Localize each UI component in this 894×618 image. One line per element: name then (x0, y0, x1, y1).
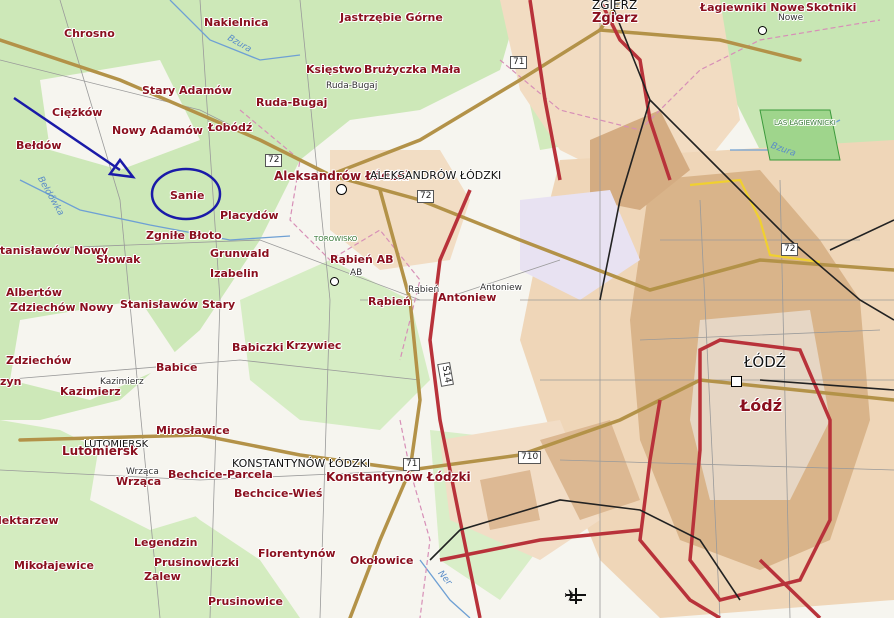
place-label-ab-small: AB (350, 268, 363, 278)
place-label-zdziechow-nowy[interactable]: Zdziechów Nowy (10, 302, 113, 313)
place-label-ruda-bugaj-small: Ruda-Bugaj (326, 81, 378, 91)
place-label-krzywiec[interactable]: Krzywiec (286, 340, 341, 351)
place-label-skotniki[interactable]: Skotniki (806, 2, 856, 13)
road-shield-72-c: 72 (781, 243, 799, 256)
nowe-marker-icon[interactable] (758, 26, 767, 35)
lodz-marker-icon[interactable] (731, 376, 742, 387)
place-label-ksiestwo[interactable]: Księstwo (306, 64, 362, 75)
map-view[interactable]: ✈ 71 72 72 72 S14 710 71 Bzura Bzura Beł… (0, 0, 894, 618)
place-label-antoniew[interactable]: Antoniew (438, 292, 496, 303)
place-label-ruda-bugaj[interactable]: Ruda-Bugaj (256, 97, 327, 108)
place-label-lobodz[interactable]: Łobódź (208, 122, 252, 133)
place-label-zgierz-head[interactable]: ZGIERZ (592, 0, 637, 11)
place-label-placydow[interactable]: Placydów (220, 210, 279, 221)
place-label-wrzaca[interactable]: Wrząca (116, 476, 161, 487)
place-label-okolowice[interactable]: Okołowice (350, 555, 413, 566)
road-shield-710: 710 (518, 451, 542, 464)
airport-icon[interactable]: ✈ (564, 586, 577, 605)
place-label-rabien[interactable]: Rąbień (368, 296, 411, 307)
place-label-chrosno[interactable]: Chrosno (64, 28, 115, 39)
place-label-grunwald[interactable]: Grunwald (210, 248, 269, 259)
place-label-slowak[interactable]: Słowak (96, 254, 140, 265)
place-label-torowisko: TOROWISKO (314, 235, 358, 243)
place-label-izabelin[interactable]: Izabelin (210, 268, 259, 279)
place-label-bechcice-wies[interactable]: Bechcice-Wieś (234, 488, 322, 499)
place-label-rabien-ab[interactable]: Rąbień AB (330, 254, 394, 265)
place-label-prusinowice[interactable]: Prusinowice (208, 596, 283, 607)
place-label-zalew[interactable]: Zalew (144, 571, 181, 582)
place-label-konstantynow[interactable]: Konstantynów Łódzki (326, 471, 471, 483)
place-label-mikolajewice[interactable]: Mikołajewice (14, 560, 94, 571)
place-label-nakielnica[interactable]: Nakielnica (204, 17, 269, 28)
place-label-lutomiersk[interactable]: Lutomiersk (62, 445, 138, 457)
place-label-nowy-adamow[interactable]: Nowy Adamów (112, 125, 203, 136)
place-label-stanislawow-nowy[interactable]: Stanisławów Nowy (0, 245, 108, 256)
place-label-zgnile-bloto[interactable]: Zgniłe Błoto (146, 230, 222, 241)
place-label-lagiewniki-park: LAS ŁAGIEWNICKI (774, 119, 836, 127)
place-label-nowe: Nowe (778, 13, 804, 23)
place-label-zgierz[interactable]: Zgierz (592, 12, 638, 25)
place-label-lektarzew[interactable]: lektarzew (0, 515, 59, 526)
place-label-aleksandrow-head[interactable]: ALEKSANDRÓW ŁÓDZKI (370, 170, 501, 181)
road-shield-71-top: 71 (510, 56, 528, 69)
place-label-babiczki[interactable]: Babiczki (232, 342, 283, 353)
place-label-stanislawow-stary[interactable]: Stanisławów Stary (120, 299, 235, 310)
road-shield-72-a: 72 (265, 154, 283, 167)
place-label-miroslawice[interactable]: Mirosławice (156, 425, 230, 436)
place-label-zyn[interactable]: zyn (0, 376, 21, 387)
rabien-marker-icon[interactable] (330, 277, 339, 286)
place-label-lagiewniki[interactable]: Łagiewniki Nowe (700, 2, 805, 13)
place-label-albertow[interactable]: Albertów (6, 287, 62, 298)
place-label-kazimierz[interactable]: Kazimierz (60, 386, 121, 397)
aleksandrow-marker-icon[interactable] (336, 184, 347, 195)
place-label-lodz[interactable]: Łódź (740, 398, 782, 414)
place-label-ciezkow[interactable]: Ciężków (52, 107, 102, 118)
place-label-stary-adamow[interactable]: Stary Adamów (142, 85, 232, 96)
road-shield-72-b: 72 (417, 190, 435, 203)
place-label-sanie[interactable]: Sanie (170, 190, 204, 201)
place-label-prusinowiczki[interactable]: Prusinowiczki (154, 557, 239, 568)
place-label-beldow[interactable]: Bełdów (16, 140, 62, 151)
place-label-babice[interactable]: Babice (156, 362, 197, 373)
annotation-arrowhead (107, 157, 136, 179)
place-label-florentynow[interactable]: Florentynów (258, 548, 336, 559)
place-label-zdziechow[interactable]: Zdziechów (6, 355, 72, 366)
place-label-bruzyczka[interactable]: Brużyczka Mała (364, 64, 461, 75)
place-label-bechcice-parcela[interactable]: Bechcice-Parcela (168, 469, 273, 480)
place-label-lodz-head[interactable]: ŁÓDŹ (744, 355, 786, 370)
place-label-legendzin[interactable]: Legendzin (134, 537, 198, 548)
place-label-jastrzebie[interactable]: Jastrzębie Górne (340, 12, 443, 23)
place-label-rabien-small: Rąbień (408, 285, 440, 295)
